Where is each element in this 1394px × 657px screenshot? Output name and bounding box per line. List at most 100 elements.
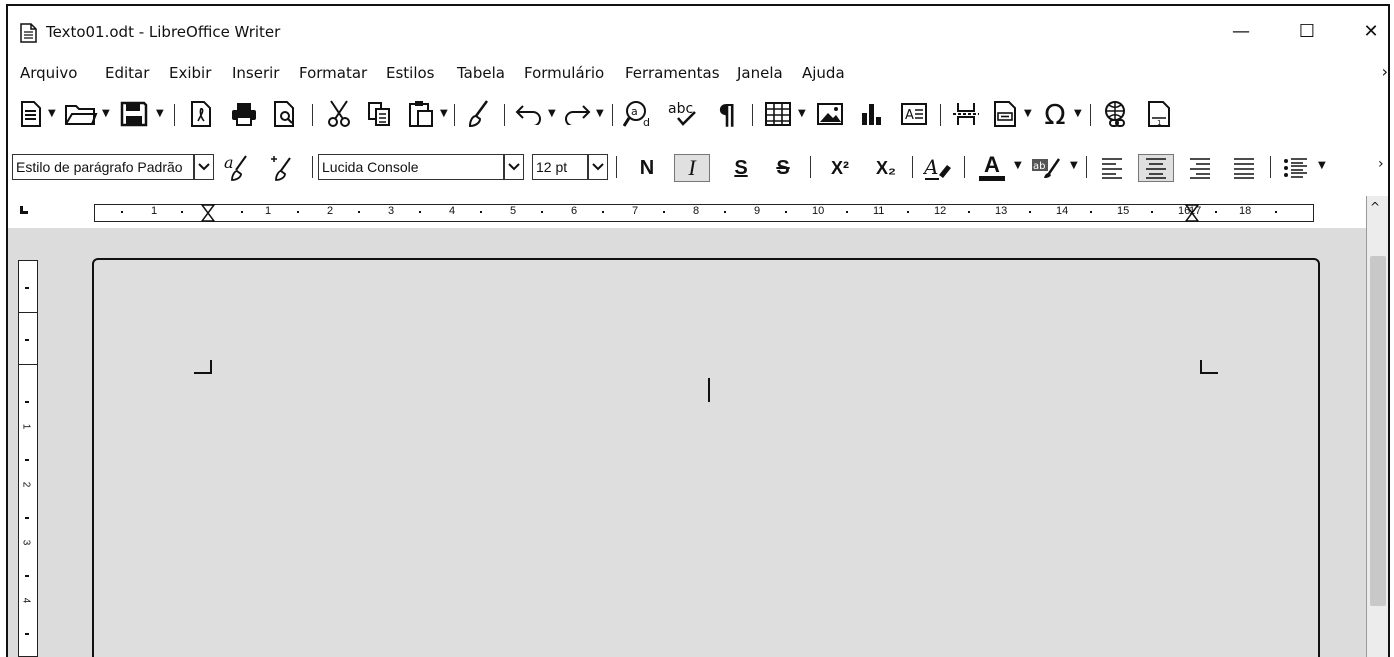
superscript-button[interactable]: X² [820, 154, 860, 182]
bullet-list-button[interactable] [1278, 154, 1314, 182]
maximize-button[interactable]: ☐ [1292, 18, 1322, 44]
bullet-list-dropdown-icon[interactable]: ▼ [1318, 160, 1326, 171]
vertical-ruler[interactable]: 1 2 3 4 [18, 260, 38, 657]
bold-button[interactable]: N [630, 154, 664, 182]
save-button[interactable] [116, 96, 152, 132]
highlight-dropdown-icon[interactable]: ▼ [1070, 160, 1078, 171]
undo-button[interactable] [512, 96, 546, 132]
menu-exibir[interactable]: Exibir [169, 64, 211, 82]
insert-image-button[interactable] [812, 96, 848, 132]
underline-button[interactable]: S [724, 154, 758, 182]
toolbar-separator [1086, 156, 1087, 178]
copy-button[interactable] [362, 96, 396, 132]
ruler-number: 8 [693, 205, 700, 217]
new-style-button[interactable] [266, 154, 302, 182]
minimize-button[interactable]: — [1226, 18, 1256, 44]
open-dropdown-icon[interactable]: ▼ [102, 108, 110, 119]
subscript-button[interactable]: X₂ [866, 154, 906, 182]
new-document-button[interactable] [16, 96, 46, 132]
menu-tabela[interactable]: Tabela [457, 64, 505, 82]
toolbar-separator [504, 104, 505, 126]
font-color-dropdown-icon[interactable]: ▼ [1014, 160, 1022, 171]
menu-ferramentas[interactable]: Ferramentas [625, 64, 720, 82]
find-replace-icon: ad [623, 101, 650, 128]
scroll-up-icon[interactable]: ^ [1370, 200, 1380, 214]
window-title: Texto01.odt - LibreOffice Writer [46, 23, 281, 41]
svg-text:abc: abc [668, 101, 693, 117]
hyperlink-button[interactable] [1098, 96, 1134, 132]
menu-arquivo[interactable]: Arquivo [20, 64, 77, 82]
ruler-number: 6 [571, 205, 578, 217]
footnote-button[interactable]: 1 [1142, 96, 1176, 132]
menu-ajuda[interactable]: Ajuda [802, 64, 845, 82]
italic-button[interactable]: I [674, 154, 710, 182]
ruler-number: 18 [1239, 205, 1252, 217]
formatting-marks-button[interactable]: ¶ [710, 96, 744, 132]
font-size-combo[interactable]: 12 pt [532, 154, 588, 180]
menu-janela[interactable]: Janela [737, 64, 783, 82]
new-dropdown-icon[interactable]: ▼ [48, 108, 56, 119]
ruler-number: 4 [449, 205, 456, 217]
paste-button[interactable] [404, 96, 438, 132]
open-button[interactable] [62, 96, 100, 132]
tab-stop-selector-icon[interactable] [20, 206, 28, 214]
clone-formatting-button[interactable] [462, 96, 496, 132]
menu-inserir[interactable]: Inserir [232, 64, 279, 82]
font-name-dropdown[interactable] [504, 154, 524, 180]
menu-overflow-icon[interactable]: › [1382, 62, 1388, 81]
scrollbar-thumb[interactable] [1370, 256, 1386, 606]
menu-estilos[interactable]: Estilos [386, 64, 435, 82]
cut-button[interactable] [322, 96, 356, 132]
save-dropdown-icon[interactable]: ▼ [156, 108, 164, 119]
special-character-button[interactable]: Ω [1038, 96, 1072, 132]
justify-button[interactable] [1226, 154, 1262, 182]
spellcheck-button[interactable]: abc [664, 96, 704, 132]
insert-page-break-button[interactable] [948, 96, 984, 132]
document-page[interactable] [92, 258, 1320, 657]
menu-formatar[interactable]: Formatar [299, 64, 367, 82]
font-color-button[interactable]: A [972, 154, 1012, 182]
ruler-number: 9 [754, 205, 761, 217]
insert-table-button[interactable] [760, 96, 796, 132]
toolbar-overflow-icon[interactable]: › [1378, 156, 1384, 172]
ruler-tick [541, 211, 543, 213]
align-left-icon [1102, 158, 1122, 179]
highlight-button[interactable]: ab [1028, 154, 1066, 182]
insert-field-button[interactable] [988, 96, 1022, 132]
paragraph-style-dropdown[interactable] [194, 154, 214, 180]
ruler-tick [181, 211, 183, 213]
paragraph-style-combo[interactable]: Estilo de parágrafo Padrão [12, 154, 194, 180]
align-center-button[interactable] [1138, 154, 1174, 182]
align-right-icon [1190, 158, 1210, 179]
first-line-indent-icon[interactable] [201, 204, 215, 222]
strikethrough-button[interactable]: S [766, 154, 800, 182]
insert-chart-button[interactable] [854, 96, 890, 132]
undo-dropdown-icon[interactable]: ▼ [548, 108, 556, 119]
redo-dropdown-icon[interactable]: ▼ [596, 108, 604, 119]
vertical-scrollbar[interactable]: ^ [1366, 196, 1388, 657]
clear-formatting-button[interactable]: A [920, 154, 956, 182]
print-button[interactable] [226, 96, 262, 132]
print-preview-button[interactable] [268, 96, 302, 132]
toolbar-separator [312, 156, 313, 178]
field-dropdown-icon[interactable]: ▼ [1024, 108, 1032, 119]
special-character-dropdown-icon[interactable]: ▼ [1074, 108, 1082, 119]
align-right-button[interactable] [1182, 154, 1218, 182]
redo-button[interactable] [560, 96, 594, 132]
paste-dropdown-icon[interactable]: ▼ [440, 108, 448, 119]
export-pdf-button[interactable] [184, 96, 218, 132]
close-button[interactable]: ✕ [1356, 18, 1386, 44]
horizontal-ruler[interactable]: 1 1 2 3 4 5 6 7 8 9 10 11 12 13 14 15 16… [94, 204, 1314, 222]
bullet-list-icon [1284, 158, 1307, 178]
align-left-button[interactable] [1094, 154, 1130, 182]
table-dropdown-icon[interactable]: ▼ [798, 108, 806, 119]
find-replace-button[interactable]: ad [620, 96, 658, 132]
font-name-combo[interactable]: Lucida Console [318, 154, 504, 180]
update-style-button[interactable]: a [222, 154, 258, 182]
insert-textbox-button[interactable]: A [896, 96, 932, 132]
font-color-bar [979, 176, 1005, 181]
font-size-dropdown[interactable] [588, 154, 608, 180]
menu-formulario[interactable]: Formulário [524, 64, 604, 82]
svg-text:d: d [643, 116, 650, 128]
menu-editar[interactable]: Editar [105, 64, 149, 82]
